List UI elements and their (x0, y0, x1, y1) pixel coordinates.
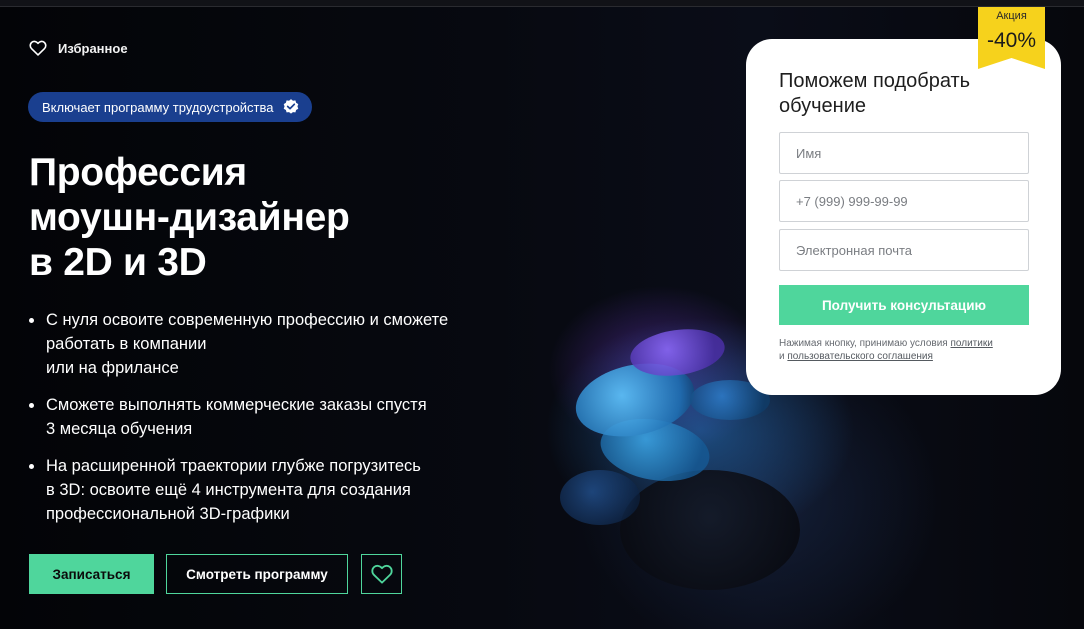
decorative-shape (620, 470, 800, 590)
get-consultation-button[interactable]: Получить консультацию (779, 285, 1029, 325)
policy-link[interactable]: политики (950, 338, 992, 349)
add-to-favorites-button[interactable] (361, 554, 402, 594)
favorites-link[interactable]: Избранное (29, 40, 128, 56)
title-line: моушн-дизайнер (29, 196, 350, 239)
benefit-line: или на фрилансе (46, 359, 179, 377)
benefit-line: 3 месяца обучения (46, 420, 193, 438)
promo-ribbon: Акция -40% (978, 7, 1045, 69)
user-agreement-link[interactable]: пользовательского соглашения (787, 351, 933, 362)
title-line: в 2D и 3D (29, 241, 207, 284)
view-program-button[interactable]: Смотреть программу (166, 554, 348, 594)
badge-label: Включает программу трудоустройства (42, 99, 274, 115)
legal-text: Нажимая кнопку, принимаю условия (779, 338, 951, 349)
benefit-item: Сможете выполнять коммерческие заказы сп… (29, 393, 499, 441)
benefit-line: работать в компании (46, 335, 207, 353)
promo-discount: -40% (986, 29, 1037, 52)
benefit-item: С нуля освоите современную профессию и с… (29, 308, 499, 380)
verified-check-icon (283, 99, 298, 114)
benefit-line: На расширенной траектории глубже погрузи… (46, 457, 421, 475)
benefit-item: На расширенной траектории глубже погрузи… (29, 454, 499, 526)
benefit-line: С нуля освоите современную профессию и с… (46, 311, 449, 329)
email-field[interactable] (779, 229, 1029, 271)
name-field[interactable] (779, 132, 1029, 174)
promo-label: Акция (978, 7, 1045, 24)
phone-field[interactable] (779, 180, 1029, 222)
benefit-line: Сможете выполнять коммерческие заказы сп… (46, 396, 427, 414)
employment-badge: Включает программу трудоустройства (28, 92, 312, 122)
benefit-line: в 3D: освоите ещё 4 инструмента для созд… (46, 481, 411, 499)
form-title: Поможем подобрать обучение (779, 70, 971, 117)
page-title: Профессия моушн-дизайнер в 2D и 3D (29, 150, 509, 285)
enroll-button[interactable]: Записаться (29, 554, 154, 594)
benefit-line: профессиональной 3D-графики (46, 505, 290, 523)
benefits-list: С нуля освоите современную профессию и с… (29, 308, 499, 539)
heart-icon (370, 564, 393, 584)
title-line: Профессия (29, 151, 247, 194)
legal-notice: Нажимая кнопку, принимаю условия политик… (779, 337, 1029, 363)
promo-body: -40% (978, 24, 1045, 69)
heart-icon (29, 40, 47, 56)
top-divider (0, 0, 1084, 7)
favorites-label: Избранное (58, 40, 128, 56)
decorative-shape (560, 470, 640, 525)
consultation-form: Поможем подобрать обучение Получить конс… (746, 39, 1061, 395)
